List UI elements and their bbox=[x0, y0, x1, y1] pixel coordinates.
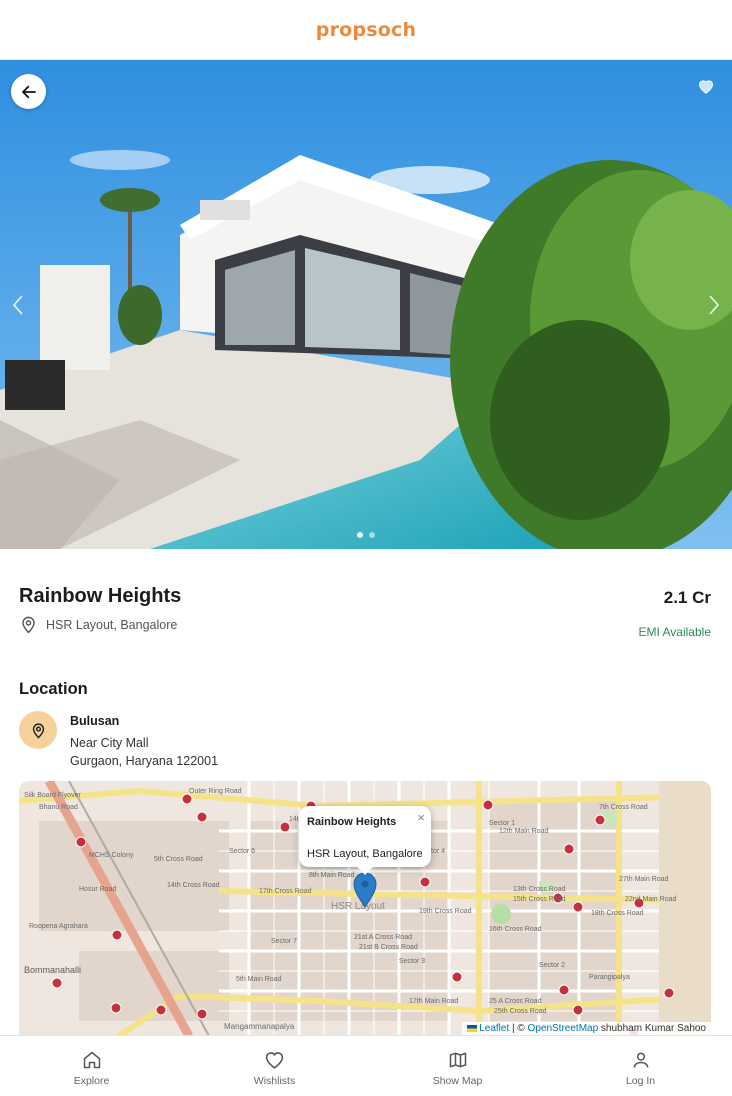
map-label: 22nd Main Road bbox=[625, 896, 676, 903]
attribution-separator: | © bbox=[509, 1023, 528, 1034]
map-popup-title: Rainbow Heights bbox=[307, 816, 397, 828]
nav-explore-label: Explore bbox=[73, 1075, 110, 1087]
nav-log-in[interactable]: Log In bbox=[549, 1036, 732, 1096]
location-section-title: Location bbox=[19, 680, 88, 698]
attribution-author: shubham Kumar Sahoo bbox=[598, 1023, 706, 1034]
map-label: 21st A Cross Road bbox=[354, 934, 412, 941]
carousel-dot-2[interactable] bbox=[369, 532, 375, 538]
home-icon bbox=[83, 1051, 100, 1069]
map-label: 8th Main Road bbox=[309, 872, 355, 879]
carousel-prev-button[interactable] bbox=[8, 290, 28, 320]
map-label: Sector 3 bbox=[399, 958, 425, 965]
chevron-left-icon bbox=[12, 295, 23, 315]
nav-log-in-label: Log In bbox=[625, 1075, 656, 1087]
nav-show-map-label: Show Map bbox=[432, 1075, 483, 1087]
map-label: 25th Cross Road bbox=[494, 1008, 547, 1015]
map-label: MCHS Colony bbox=[89, 852, 134, 859]
nav-explore[interactable]: Explore bbox=[0, 1036, 183, 1096]
location-address-line-1: Near City Mall bbox=[70, 736, 149, 750]
arrow-left-icon bbox=[21, 85, 36, 98]
map-label: Outer Ring Road bbox=[189, 788, 242, 795]
map-icon bbox=[449, 1052, 466, 1068]
location-name: Bulusan bbox=[70, 714, 120, 728]
leaflet-link[interactable]: Leaflet bbox=[479, 1023, 509, 1034]
user-icon bbox=[633, 1052, 648, 1068]
map-label: 19th Cross Road bbox=[419, 908, 472, 915]
map-label: 13th Cross Road bbox=[513, 886, 566, 893]
map-label: 5th Main Road bbox=[236, 976, 282, 983]
map-label: Roopena Agrahara bbox=[29, 923, 88, 930]
ukraine-flag-icon bbox=[467, 1024, 478, 1032]
map-label: Silk Board Flyover bbox=[24, 792, 81, 799]
property-image-carousel[interactable] bbox=[0, 60, 732, 549]
map-label: 17th Cross Road bbox=[259, 888, 312, 895]
map-label: Bommanahalli bbox=[24, 965, 81, 975]
location-pin-icon bbox=[32, 722, 44, 739]
map-label: 12th Main Road bbox=[499, 828, 549, 835]
property-price: 2.1 Cr bbox=[663, 588, 711, 607]
nav-show-map[interactable]: Show Map bbox=[366, 1036, 549, 1096]
map-label: 21st B Cross Road bbox=[359, 944, 418, 951]
carousel-dots bbox=[0, 532, 732, 538]
map-label: 5th Cross Road bbox=[154, 856, 203, 863]
map-label: 16th Cross Road bbox=[489, 926, 542, 933]
nav-wishlists-label: Wishlists bbox=[253, 1075, 296, 1087]
map-popup: Rainbow Heights × HSR Layout, Bangalore bbox=[299, 806, 431, 875]
chevron-right-icon bbox=[709, 295, 720, 315]
location-map[interactable]: Outer Ring Road Silk Board Flyover MCHS … bbox=[19, 781, 711, 1036]
nav-wishlists[interactable]: Wishlists bbox=[183, 1036, 366, 1096]
map-popup-close-button[interactable]: × bbox=[417, 810, 425, 825]
property-title: Rainbow Heights bbox=[19, 585, 182, 607]
map-label: Hosur Road bbox=[79, 886, 116, 893]
map-label: Bhanu Road bbox=[39, 804, 78, 811]
map-label: 14th Cross Road bbox=[167, 882, 220, 889]
map-label: 7th Cross Road bbox=[599, 804, 648, 811]
carousel-dot-1[interactable] bbox=[357, 532, 363, 538]
openstreetmap-link[interactable]: OpenStreetMap bbox=[528, 1023, 599, 1034]
map-label: 18th Cross Road bbox=[591, 910, 644, 917]
map-attribution: Leaflet | © OpenStreetMap shubham Kumar … bbox=[462, 1022, 711, 1036]
map-label: 17th Main Road bbox=[409, 998, 459, 1005]
map-label: Sector 6 bbox=[229, 848, 255, 855]
map-label: Sector 2 bbox=[539, 962, 565, 969]
heart-icon bbox=[265, 1052, 284, 1069]
heart-icon bbox=[699, 80, 713, 94]
map-label: 27th Main Road bbox=[619, 876, 669, 883]
location-pin-icon bbox=[22, 616, 35, 634]
map-label: 25 A Cross Road bbox=[489, 998, 542, 1005]
carousel-next-button[interactable] bbox=[704, 290, 724, 320]
address-text: HSR Layout, Bangalore bbox=[46, 617, 178, 632]
map-popup-address: HSR Layout, Bangalore bbox=[307, 848, 423, 860]
emi-available-label: EMI Available bbox=[638, 625, 712, 639]
brand-logo[interactable]: propsoch bbox=[316, 19, 416, 41]
map-label: Mangammanapalya bbox=[224, 1022, 295, 1031]
bottom-navigation: Explore Wishlists Show Map Log In bbox=[0, 1035, 732, 1096]
wishlist-heart-button[interactable] bbox=[696, 76, 716, 96]
back-button[interactable] bbox=[11, 74, 46, 109]
app-header: propsoch bbox=[0, 0, 732, 60]
map-label: Parangipalya bbox=[589, 974, 630, 981]
property-address: HSR Layout, Bangalore bbox=[19, 615, 177, 634]
location-address-line-2: Gurgaon, Haryana 122001 bbox=[70, 754, 219, 768]
location-badge bbox=[19, 711, 57, 749]
map-label: 15th Cross Road bbox=[513, 896, 566, 903]
map-label: Sector 1 bbox=[489, 820, 515, 827]
map-label: Sector 7 bbox=[271, 938, 297, 945]
map-label: HSR Layout bbox=[331, 901, 385, 912]
property-photo bbox=[0, 60, 732, 549]
